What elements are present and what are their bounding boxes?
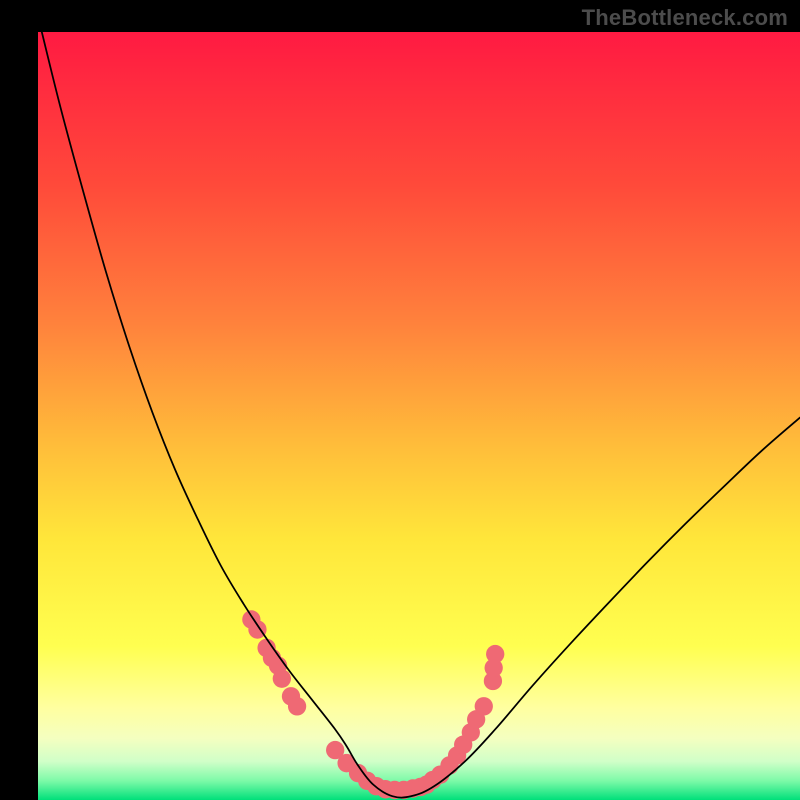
gradient-background — [38, 32, 800, 800]
marker-dot — [475, 697, 493, 715]
marker-dot — [273, 669, 291, 687]
chart-panel — [38, 32, 800, 800]
marker-dot — [288, 697, 306, 715]
watermark-label: TheBottleneck.com — [582, 5, 788, 31]
chart-frame: TheBottleneck.com — [0, 0, 800, 800]
chart-svg — [38, 32, 800, 800]
marker-dot — [486, 645, 504, 663]
